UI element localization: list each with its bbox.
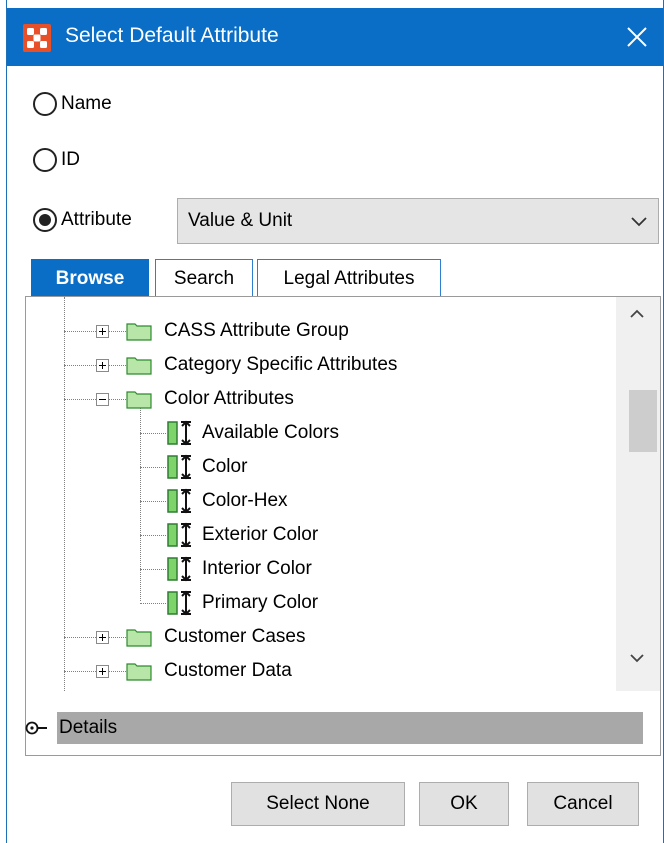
tab-legal-attributes-label: Legal Attributes — [283, 267, 415, 289]
browse-panel: CASS Attribute Group Category Specific A… — [25, 296, 661, 756]
tree-node-label: Color — [202, 456, 248, 477]
folder-icon — [126, 663, 152, 681]
tree-node-folder[interactable]: Customer Data — [26, 655, 606, 689]
attribute-icon — [167, 590, 191, 616]
app-logo-icon — [23, 24, 51, 52]
details-toggle-icon[interactable] — [25, 720, 55, 736]
expand-icon[interactable] — [96, 665, 109, 678]
tree-scrollbar[interactable] — [616, 297, 660, 691]
folder-icon — [126, 391, 152, 409]
tree-node-label: Color-Hex — [202, 490, 288, 511]
ok-button[interactable]: OK — [419, 782, 509, 826]
scroll-down-icon[interactable] — [628, 651, 646, 665]
radio-name[interactable] — [33, 92, 57, 116]
tab-search[interactable]: Search — [155, 259, 253, 297]
tree-node-folder[interactable]: CASS Attribute Group — [26, 315, 606, 349]
folder-icon — [126, 323, 152, 341]
tab-search-label: Search — [173, 267, 235, 289]
tree-node-folder[interactable]: Category Specific Attributes — [26, 349, 606, 383]
tab-browse[interactable]: Browse — [31, 259, 149, 297]
tree-node-label: Category Specific Attributes — [164, 354, 398, 375]
attribute-icon — [167, 454, 191, 480]
tree-node-attribute[interactable]: Interior Color — [26, 553, 606, 587]
tree-node-label: Interior Color — [202, 558, 312, 579]
close-icon — [627, 27, 647, 47]
radio-attribute-option[interactable]: Attribute — [33, 208, 132, 232]
ok-label: OK — [450, 793, 478, 814]
attribute-dropdown[interactable]: Value & Unit — [177, 198, 659, 244]
chevron-down-icon — [631, 217, 647, 227]
radio-attribute[interactable] — [33, 208, 57, 232]
collapse-icon[interactable] — [96, 393, 109, 406]
expand-icon[interactable] — [96, 359, 109, 372]
window-title: Select Default Attribute — [65, 24, 279, 47]
dialog-window: Select Default Attribute Name ID Attribu… — [6, 0, 664, 843]
scroll-up-icon[interactable] — [628, 307, 646, 321]
tree-node-attribute[interactable]: Color-Hex — [26, 485, 606, 519]
tree-node-label: Color Attributes — [164, 388, 294, 409]
radio-name-option[interactable]: Name — [33, 92, 112, 116]
radio-attribute-label: Attribute — [61, 209, 132, 230]
select-none-button[interactable]: Select None — [231, 782, 405, 826]
radio-id-option[interactable]: ID — [33, 148, 80, 172]
close-button[interactable] — [611, 8, 663, 66]
tree-node-label: Customer Cases — [164, 626, 306, 647]
tree-node-label: Customer Data — [164, 660, 292, 681]
tree-node-label: Primary Color — [202, 592, 319, 613]
radio-name-label: Name — [61, 93, 112, 114]
cancel-button[interactable]: Cancel — [527, 782, 639, 826]
tree-node-label: CASS Attribute Group — [164, 320, 349, 341]
tree-node-label: Exterior Color — [202, 524, 319, 545]
attribute-dropdown-value: Value & Unit — [188, 210, 293, 231]
expand-icon[interactable] — [96, 325, 109, 338]
scroll-thumb[interactable] — [629, 390, 657, 452]
attribute-icon — [167, 522, 191, 548]
details-section[interactable]: Details — [25, 712, 643, 744]
tree-node-folder-expanded[interactable]: Color Attributes — [26, 383, 606, 417]
radio-id[interactable] — [33, 148, 57, 172]
details-label: Details — [59, 717, 118, 738]
select-none-label: Select None — [266, 793, 370, 814]
attribute-icon — [167, 488, 191, 514]
attribute-tree: CASS Attribute Group Category Specific A… — [26, 297, 614, 691]
tree-node-label: Available Colors — [202, 422, 339, 443]
tab-browse-label: Browse — [55, 267, 125, 289]
attribute-icon — [167, 556, 191, 582]
tab-legal-attributes[interactable]: Legal Attributes — [257, 259, 441, 297]
folder-icon — [126, 629, 152, 647]
tree-node-attribute[interactable]: Available Colors — [26, 417, 606, 451]
attribute-icon — [167, 420, 191, 446]
details-bar[interactable] — [57, 712, 643, 744]
tree-node-attribute[interactable]: Color — [26, 451, 606, 485]
tree-node-folder[interactable]: Customer Cases — [26, 621, 606, 655]
tree-node-attribute[interactable]: Primary Color — [26, 587, 606, 621]
folder-icon — [126, 357, 152, 375]
tree-node-attribute[interactable]: Exterior Color — [26, 519, 606, 553]
title-bar: Select Default Attribute — [7, 8, 663, 66]
cancel-label: Cancel — [553, 793, 613, 814]
expand-icon[interactable] — [96, 631, 109, 644]
radio-id-label: ID — [61, 149, 80, 170]
